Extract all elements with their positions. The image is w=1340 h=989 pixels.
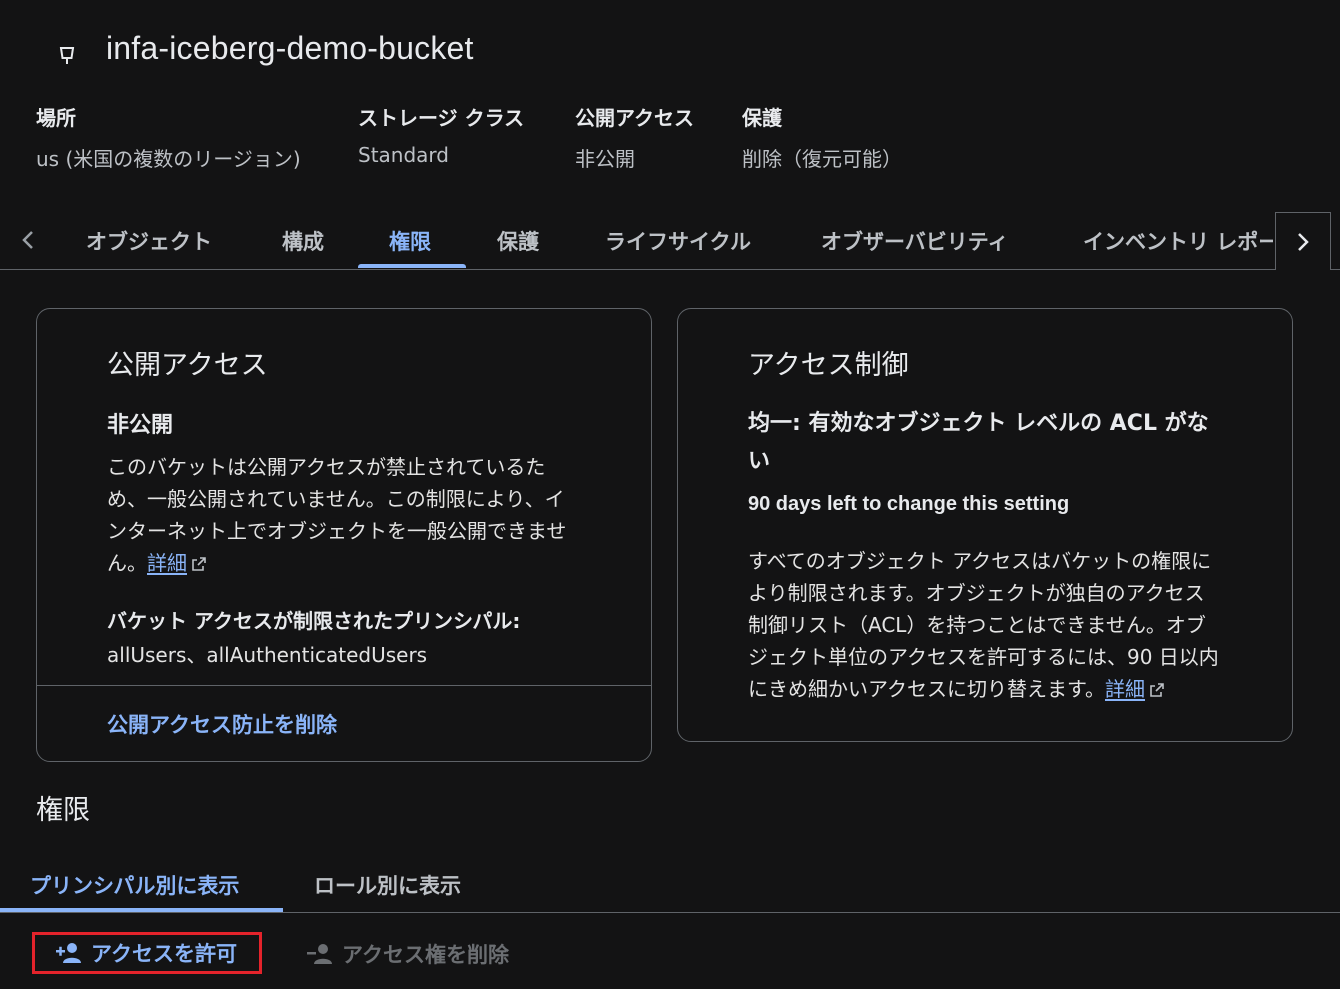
tab-view-by-role[interactable]: ロール別に表示 xyxy=(314,870,461,900)
grant-access-label: アクセスを許可 xyxy=(91,942,237,966)
meta-public-access: 公開アクセス 非公開 xyxy=(575,102,694,172)
subtab-divider xyxy=(0,912,1340,913)
person-remove-icon xyxy=(307,944,332,964)
meta-storage-class: ストレージ クラス Standard xyxy=(358,102,524,167)
tab-permissions[interactable]: 権限 xyxy=(389,226,431,256)
meta-public-access-label: 公開アクセス xyxy=(575,106,694,130)
active-tab-indicator xyxy=(358,264,466,268)
access-control-card: アクセス制御 均一: 有効なオブジェクト レベルの ACL がな い 90 da… xyxy=(677,308,1293,742)
meta-protection-label: 保護 xyxy=(742,106,782,130)
public-access-card-title: 公開アクセス xyxy=(107,350,268,381)
public-access-card: 公開アクセス 非公開 このバケットは公開アクセスが禁止されているた め、一般公開… xyxy=(36,308,652,762)
chevron-right-icon[interactable] xyxy=(1275,212,1331,270)
meta-storage-class-label: ストレージ クラス xyxy=(358,106,525,130)
meta-public-access-value: 非公開 xyxy=(575,147,635,171)
remove-public-access-prevention-button[interactable]: 公開アクセス防止を削除 xyxy=(107,709,337,739)
card-divider xyxy=(37,685,651,686)
public-access-status: 非公開 xyxy=(107,413,174,438)
meta-storage-class-value: Standard xyxy=(358,143,449,167)
days-left-notice: 90 days left to change this setting xyxy=(748,493,1070,515)
tab-configuration[interactable]: 構成 xyxy=(282,226,324,256)
person-add-icon xyxy=(56,943,81,963)
tab-bar: オブジェクト 構成 権限 保護 ライフサイクル オブザーバビリティ インベントリ… xyxy=(0,212,1340,270)
tab-inventory-reports[interactable]: インベントリ レポー xyxy=(1083,226,1273,256)
remove-access-label: アクセス権を削除 xyxy=(342,943,509,967)
chevron-left-icon[interactable] xyxy=(14,222,42,258)
meta-location: 場所 us (米国の複数のリージョン) xyxy=(36,102,301,172)
public-access-description: このバケットは公開アクセスが禁止されているた め、一般公開されていません。この制… xyxy=(107,455,567,575)
bucket-icon xyxy=(59,47,75,64)
tab-protection[interactable]: 保護 xyxy=(497,226,539,256)
access-control-mode: 均一: 有効なオブジェクト レベルの ACL がな い xyxy=(748,411,1209,474)
tab-objects[interactable]: オブジェクト xyxy=(86,226,212,256)
access-control-card-title: アクセス制御 xyxy=(748,350,909,381)
meta-location-value: us (米国の複数のリージョン) xyxy=(36,147,301,171)
meta-protection: 保護 削除（復元可能） xyxy=(742,102,902,172)
permissions-section-title: 権限 xyxy=(36,795,90,826)
meta-location-label: 場所 xyxy=(36,106,76,130)
access-control-description: すべてのオブジェクト アクセスはバケットの権限に より制限されます。オブジェクト… xyxy=(748,549,1219,701)
bucket-title: infa-iceberg-demo-bucket xyxy=(106,30,474,66)
open-in-new-icon xyxy=(192,557,206,571)
access-control-details-link[interactable]: 詳細 xyxy=(1105,677,1145,701)
tab-lifecycle[interactable]: ライフサイクル xyxy=(605,226,751,256)
grant-access-button[interactable]: アクセスを許可 xyxy=(32,932,262,974)
meta-protection-value: 削除（復元可能） xyxy=(742,147,902,171)
tab-view-by-principal[interactable]: プリンシパル別に表示 xyxy=(30,870,239,900)
remove-access-button[interactable]: アクセス権を削除 xyxy=(306,936,509,972)
open-in-new-icon xyxy=(1150,683,1164,697)
restricted-principals-value: allUsers、allAuthenticatedUsers xyxy=(107,643,428,667)
public-access-details-link[interactable]: 詳細 xyxy=(147,551,187,575)
tab-observability[interactable]: オブザーバビリティ xyxy=(821,226,1009,256)
restricted-principals-label: バケット アクセスが制限されたプリンシパル: xyxy=(107,609,521,633)
